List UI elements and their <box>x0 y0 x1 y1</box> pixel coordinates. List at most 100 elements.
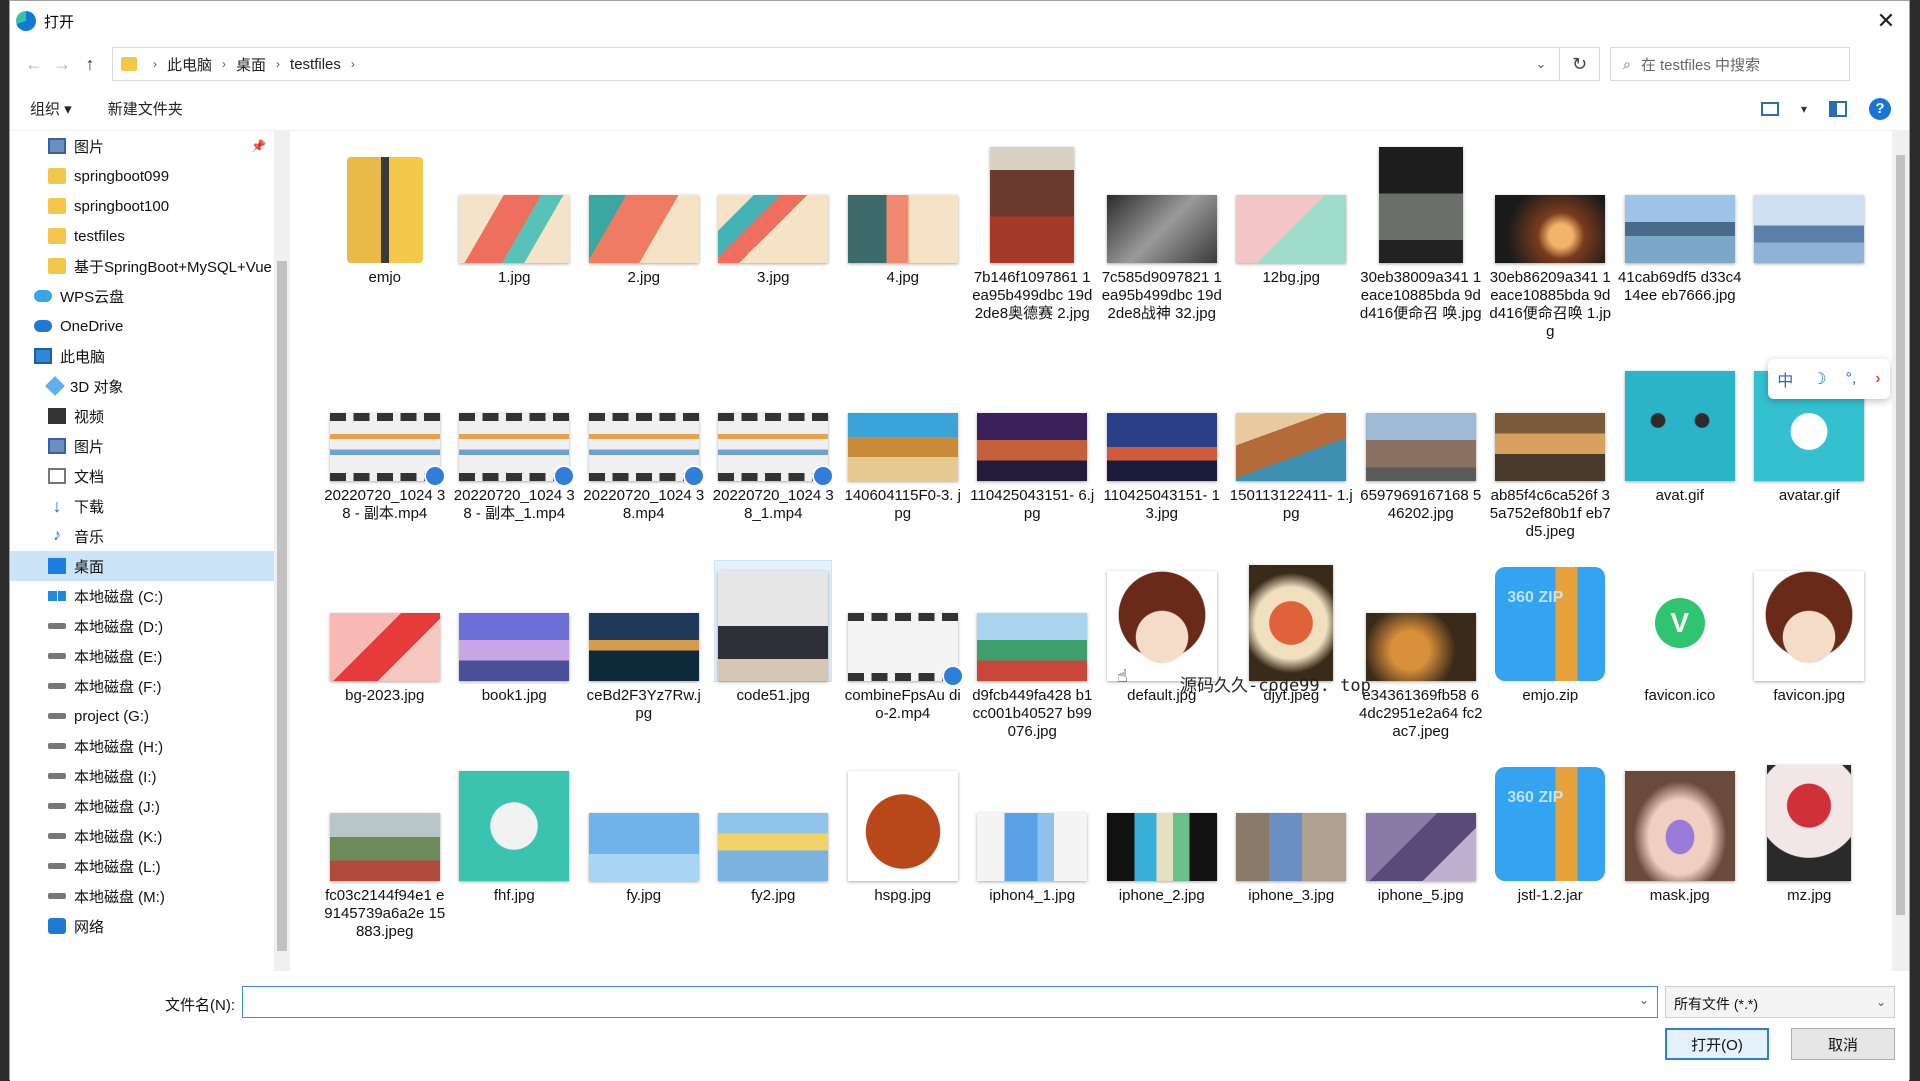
up-arrow-icon[interactable]: ↑ <box>76 54 104 75</box>
sidebar-item[interactable]: 桌面 <box>10 551 290 581</box>
file-item[interactable]: ceBd2F3Yz7Rw.j pg <box>579 561 709 741</box>
file-item[interactable]: bg-2023.jpg <box>320 561 450 741</box>
sidebar-item[interactable]: springboot099 <box>10 161 290 191</box>
preview-pane-icon[interactable] <box>1829 100 1847 117</box>
file-item[interactable]: 30eb86209a341 1eace10885bda 9dd416便命召唤 1… <box>1486 143 1616 341</box>
organize-menu[interactable]: 组织 ▾ <box>30 98 72 119</box>
sidebar-item[interactable]: 视频 <box>10 401 290 431</box>
file-item[interactable]: d9fcb449fa428 b1cc001b40527 b99076.jpg <box>968 561 1098 741</box>
sidebar-item[interactable]: 本地磁盘 (M:) <box>10 881 290 911</box>
file-item[interactable]: djyt.jpeg <box>1227 561 1357 741</box>
sidebar-item[interactable]: OneDrive <box>10 311 290 341</box>
sidebar-item[interactable]: 本地磁盘 (D:) <box>10 611 290 641</box>
sidebar-scrollbar[interactable] <box>274 131 290 971</box>
sidebar-item[interactable]: WPS云盘 <box>10 281 290 311</box>
ime-moon-icon[interactable]: ☽ <box>1812 369 1826 389</box>
file-item[interactable]: 20220720_1024 38_1.mp4 <box>709 361 839 541</box>
file-item[interactable]: combineFpsAu dio-2.mp4 <box>838 561 968 741</box>
file-item[interactable] <box>1745 143 1875 341</box>
file-item[interactable]: fc03c2144f94e1 e9145739a6a2e 15883.jpeg <box>320 761 450 941</box>
file-item[interactable]: favicon.jpg <box>1745 561 1875 741</box>
file-item[interactable]: Vfavicon.ico <box>1615 561 1745 741</box>
forward-arrow-icon[interactable]: → <box>48 54 76 75</box>
sidebar-item[interactable]: 本地磁盘 (C:) <box>10 581 290 611</box>
file-item[interactable]: 150113122411- 1.jpg <box>1227 361 1357 541</box>
ime-punctuation-icon[interactable]: °, <box>1846 370 1857 388</box>
file-item[interactable]: 2.jpg <box>579 143 709 341</box>
file-item[interactable]: emjo <box>320 143 450 341</box>
file-item[interactable]: 360 ZIP emjo.zip <box>1486 561 1616 741</box>
address-bar[interactable]: › 此电脑 › 桌面 › testfiles › ⌄ ↻ <box>112 47 1600 81</box>
ime-next-arrow-icon[interactable]: › <box>1875 370 1880 388</box>
sidebar-item[interactable]: 图片 📌 <box>10 131 290 161</box>
file-item[interactable]: iphon4_1.jpg <box>968 761 1098 941</box>
ime-chinese-mode-icon[interactable]: 中 <box>1777 367 1793 391</box>
breadcrumb-desktop[interactable]: 桌面 <box>236 54 266 75</box>
help-icon[interactable]: ? <box>1869 97 1891 120</box>
file-item[interactable]: e34361369fb58 64dc2951e2a64 fc2ac7.jpeg <box>1356 561 1486 741</box>
sidebar-item[interactable]: 本地磁盘 (J:) <box>10 791 290 821</box>
file-type-select[interactable]: 所有文件 (*.*) ⌄ <box>1665 986 1895 1018</box>
sidebar-item[interactable]: 此电脑 <box>10 341 290 371</box>
content-scrollbar[interactable] <box>1892 131 1909 971</box>
file-item[interactable]: mz.jpg <box>1745 761 1875 941</box>
sidebar-item[interactable]: ♪ 音乐 <box>10 521 290 551</box>
file-item[interactable]: 20220720_1024 38 - 副本.mp4 <box>320 361 450 541</box>
sidebar-item[interactable]: 图片 <box>10 431 290 461</box>
sidebar-item[interactable]: 网络 <box>10 911 290 941</box>
breadcrumb-testfiles[interactable]: testfiles <box>290 56 341 73</box>
file-item[interactable]: 1.jpg <box>450 143 580 341</box>
sidebar-item[interactable]: 文档 <box>10 461 290 491</box>
filename-dropdown-icon[interactable]: ⌄ <box>1639 993 1649 1007</box>
file-item[interactable]: fy2.jpg <box>709 761 839 941</box>
refresh-icon[interactable]: ↻ <box>1559 48 1599 80</box>
new-folder-button[interactable]: 新建文件夹 <box>108 98 183 119</box>
file-item[interactable]: 360 ZIP jstl-1.2.jar <box>1486 761 1616 941</box>
file-item[interactable]: 30eb38009a341 1eace10885bda 9dd416便命召 唤.… <box>1356 143 1486 341</box>
file-item[interactable]: iphone_2.jpg <box>1097 761 1227 941</box>
open-button[interactable]: 打开(O) <box>1665 1028 1769 1060</box>
sidebar-item[interactable]: springboot100 <box>10 191 290 221</box>
file-item[interactable]: fhf.jpg <box>450 761 580 941</box>
file-item[interactable]: 110425043151- 6.jpg <box>968 361 1098 541</box>
sidebar-item[interactable]: ↓ 下载 <box>10 491 290 521</box>
file-item[interactable]: default.jpg <box>1097 561 1227 741</box>
file-item[interactable]: 20220720_1024 38.mp4 <box>579 361 709 541</box>
sidebar-item[interactable]: testfiles <box>10 221 290 251</box>
sidebar-item[interactable]: 基于SpringBoot+MySQL+Vue <box>10 251 290 281</box>
file-item[interactable]: avat.gif <box>1615 361 1745 541</box>
sidebar-item[interactable]: 本地磁盘 (L:) <box>10 851 290 881</box>
file-item[interactable]: iphone_3.jpg <box>1227 761 1357 941</box>
sidebar-item[interactable]: 本地磁盘 (E:) <box>10 641 290 671</box>
file-item[interactable]: 20220720_1024 38 - 副本_1.mp4 <box>450 361 580 541</box>
file-item[interactable]: 3.jpg <box>709 143 839 341</box>
file-item[interactable]: 7b146f1097861 1ea95b499dbc 19d2de8奥德赛 2.… <box>968 143 1098 341</box>
search-input[interactable]: ⌕ 在 testfiles 中搜索 <box>1610 47 1850 81</box>
sidebar-item[interactable]: project (G:) <box>10 701 290 731</box>
close-icon[interactable]: ✕ <box>1863 1 1909 41</box>
file-item[interactable]: 41cab69df5 d33c414ee eb7666.jpg <box>1615 143 1745 341</box>
file-item[interactable]: 110425043151- 13.jpg <box>1097 361 1227 541</box>
file-item[interactable]: code51.jpg <box>709 560 839 741</box>
file-item[interactable]: 140604115F0-3. jpg <box>838 361 968 541</box>
sidebar-item[interactable]: 3D 对象 <box>10 371 290 401</box>
sidebar-item[interactable]: 本地磁盘 (F:) <box>10 671 290 701</box>
file-item[interactable]: fy.jpg <box>579 761 709 941</box>
file-item[interactable]: book1.jpg <box>450 561 580 741</box>
file-item[interactable]: 4.jpg <box>838 143 968 341</box>
file-item[interactable]: ab85f4c6ca526f 35a752ef80b1f eb7d5.jpeg <box>1486 361 1616 541</box>
file-item[interactable]: 7c585d9097821 1ea95b499dbc 19d2de8战神 32.… <box>1097 143 1227 341</box>
file-item[interactable]: KN95 <box>320 961 450 971</box>
view-options-icon[interactable] <box>1760 101 1779 116</box>
file-item[interactable]: 12bg.jpg <box>1227 143 1357 341</box>
sidebar-item[interactable]: 本地磁盘 (K:) <box>10 821 290 851</box>
ime-toolbar[interactable]: 中 ☽ °, › <box>1768 359 1890 399</box>
cancel-button[interactable]: 取消 <box>1791 1028 1895 1060</box>
file-item[interactable]: iphone_5.jpg <box>1356 761 1486 941</box>
sidebar-item[interactable]: 本地磁盘 (I:) <box>10 761 290 791</box>
address-dropdown-icon[interactable]: ⌄ <box>1523 56 1559 72</box>
file-item[interactable]: hspg.jpg <box>838 761 968 941</box>
filename-input[interactable]: ⌄ <box>242 986 1658 1018</box>
breadcrumb-this-pc[interactable]: 此电脑 <box>167 54 212 75</box>
back-arrow-icon[interactable]: ← <box>20 54 48 75</box>
